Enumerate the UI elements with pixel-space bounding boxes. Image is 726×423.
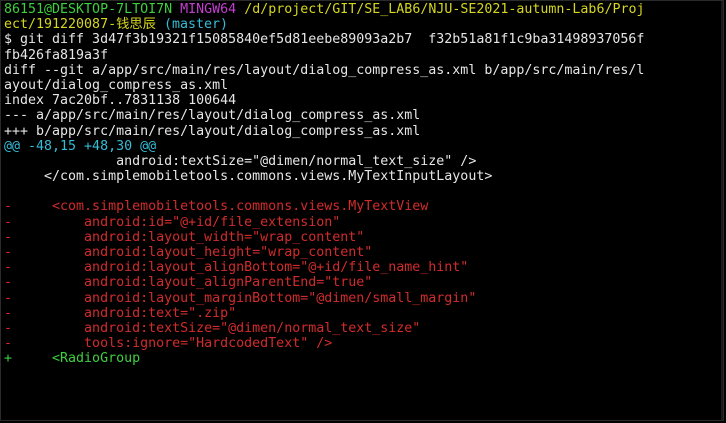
diff-git-header: diff --git a/app/src/main/res/layout/dia… [4, 62, 645, 78]
diff-removed-line: - android:layout_alignParentEnd="true" [4, 275, 373, 291]
diff-removed-line: - android:layout_height="wrap_content" [4, 245, 373, 260]
diff-old-file: --- a/app/src/main/res/layout/dialog_com… [4, 108, 421, 124]
diff-removed-line: - <com.simplemobiletools.commons.views.M… [4, 199, 429, 215]
prompt-branch: (master) [163, 17, 229, 33]
diff-removed-line: - tools:ignore="HardcodedText" /> [4, 336, 333, 352]
diff-added-line: + <RadioGroup [4, 351, 141, 367]
command-line-continued: fb426fa819a3f [4, 47, 109, 63]
diff-git-header-continued: ayout/dialog_compress_as.xml [4, 77, 229, 93]
prompt-path: /d/project/GIT/SE_LAB6/NJU-SE2021-autumn… [244, 2, 645, 17]
diff-context-line: android:textSize="@dimen/normal_text_siz… [4, 153, 477, 169]
diff-removed-line: - android:layout_alignBottom="@+id/file_… [4, 260, 469, 276]
diff-removed-line: - android:id="@+id/file_extension" [4, 214, 341, 230]
diff-context-line [4, 184, 723, 199]
diff-removed-line: - android:layout_width="wrap_content" [4, 229, 365, 245]
diff-removed-line: - android:layout_marginBottom="@dimen/sm… [4, 290, 477, 306]
prompt-path-continued: ect/191220087-钱思辰 [4, 17, 156, 33]
prompt-line-continued: ect/191220087-钱思辰 (master) [4, 17, 723, 32]
diff-removed-line: - android:textSize="@dimen/normal_text_s… [4, 320, 421, 336]
terminal-scrollbar[interactable] [721, 1, 723, 420]
diff-new-file: +++ b/app/src/main/res/layout/dialog_com… [4, 123, 421, 139]
diff-hunk-header: @@ -48,15 +48,30 @@ [4, 138, 157, 154]
diff-index-line: index 7ac20bf..7831138 100644 [4, 93, 237, 109]
diff-removed-line: - android:text=".zip" [4, 305, 237, 321]
command-line: $ git diff 3d47f3b19321f15085840ef5d81ee… [4, 32, 645, 48]
diff-context-line: </com.simplemobiletools.commons.views.My… [4, 169, 493, 185]
prompt-shell: MINGW64 [180, 2, 237, 17]
prompt-user-host: 86151@DESKTOP-7LTOI7N [4, 2, 173, 17]
prompt-line: 86151@DESKTOP-7LTOI7N MINGW64 /d/project… [4, 2, 723, 17]
terminal-window[interactable]: 86151@DESKTOP-7LTOI7N MINGW64 /d/project… [0, 0, 724, 421]
